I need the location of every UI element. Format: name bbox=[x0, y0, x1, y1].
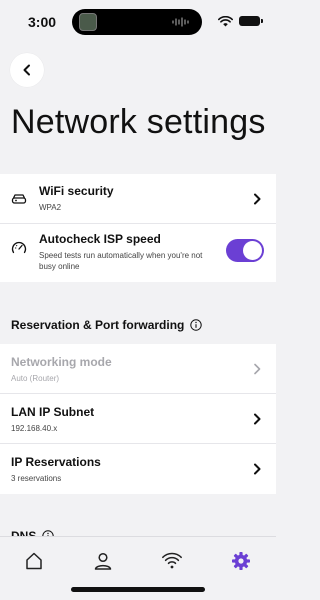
info-icon[interactable] bbox=[190, 319, 203, 331]
status-time: 3:00 bbox=[28, 14, 57, 30]
speedometer-icon bbox=[11, 241, 27, 254]
security-card: WiFi security WPA2 Autocheck ISP speed S… bbox=[0, 174, 276, 282]
wifi-security-value: WPA2 bbox=[39, 203, 62, 212]
ip-reservations-row[interactable]: IP Reservations 3 reservations bbox=[0, 444, 276, 494]
audio-waveform-icon bbox=[172, 17, 189, 27]
battery-icon bbox=[239, 16, 263, 26]
status-indicators bbox=[218, 14, 263, 28]
chevron-right-icon bbox=[254, 363, 261, 374]
wifi-signal-icon bbox=[218, 15, 233, 26]
wifi-security-row[interactable]: WiFi security WPA2 bbox=[0, 174, 276, 224]
networking-mode-value: Auto (Router) bbox=[11, 374, 60, 383]
status-bar: 3:00 bbox=[0, 0, 276, 44]
chevron-right-icon bbox=[254, 193, 261, 204]
autocheck-isp-toggle[interactable] bbox=[226, 239, 264, 262]
user-icon[interactable] bbox=[92, 550, 114, 572]
autocheck-isp-description: Speed tests run automatically when you'r… bbox=[39, 251, 203, 271]
back-button[interactable] bbox=[10, 53, 44, 87]
now-playing-artwork bbox=[79, 13, 97, 31]
toggle-knob bbox=[243, 241, 262, 260]
home-icon[interactable] bbox=[23, 550, 45, 572]
reservation-section-header: Reservation & Port forwarding bbox=[11, 318, 203, 332]
lan-ip-subnet-title: LAN IP Subnet bbox=[11, 405, 95, 419]
networking-mode-row[interactable]: Networking mode Auto (Router) bbox=[0, 344, 276, 394]
router-icon bbox=[11, 194, 27, 204]
ip-reservations-title: IP Reservations bbox=[11, 455, 101, 469]
chevron-right-icon bbox=[254, 413, 261, 424]
wifi-security-title: WiFi security bbox=[39, 184, 114, 198]
ip-reservations-value: 3 reservations bbox=[11, 474, 62, 483]
page-title: Network settings bbox=[11, 103, 266, 141]
chevron-left-icon bbox=[23, 64, 30, 76]
lan-ip-subnet-row[interactable]: LAN IP Subnet 192.168.40.x bbox=[0, 394, 276, 444]
chevron-right-icon bbox=[254, 463, 261, 475]
autocheck-isp-title: Autocheck ISP speed bbox=[39, 232, 161, 246]
lan-ip-subnet-value: 192.168.40.x bbox=[11, 424, 58, 433]
autocheck-isp-row: Autocheck ISP speed Speed tests run auto… bbox=[0, 224, 276, 282]
reservation-card: Networking mode Auto (Router) LAN IP Sub… bbox=[0, 344, 276, 494]
dynamic-island bbox=[72, 9, 202, 35]
home-indicator bbox=[71, 587, 205, 592]
reservation-section-title: Reservation & Port forwarding bbox=[11, 318, 185, 332]
networking-mode-title: Networking mode bbox=[11, 355, 112, 369]
wifi-icon[interactable] bbox=[161, 550, 183, 572]
gear-icon[interactable] bbox=[230, 550, 252, 572]
